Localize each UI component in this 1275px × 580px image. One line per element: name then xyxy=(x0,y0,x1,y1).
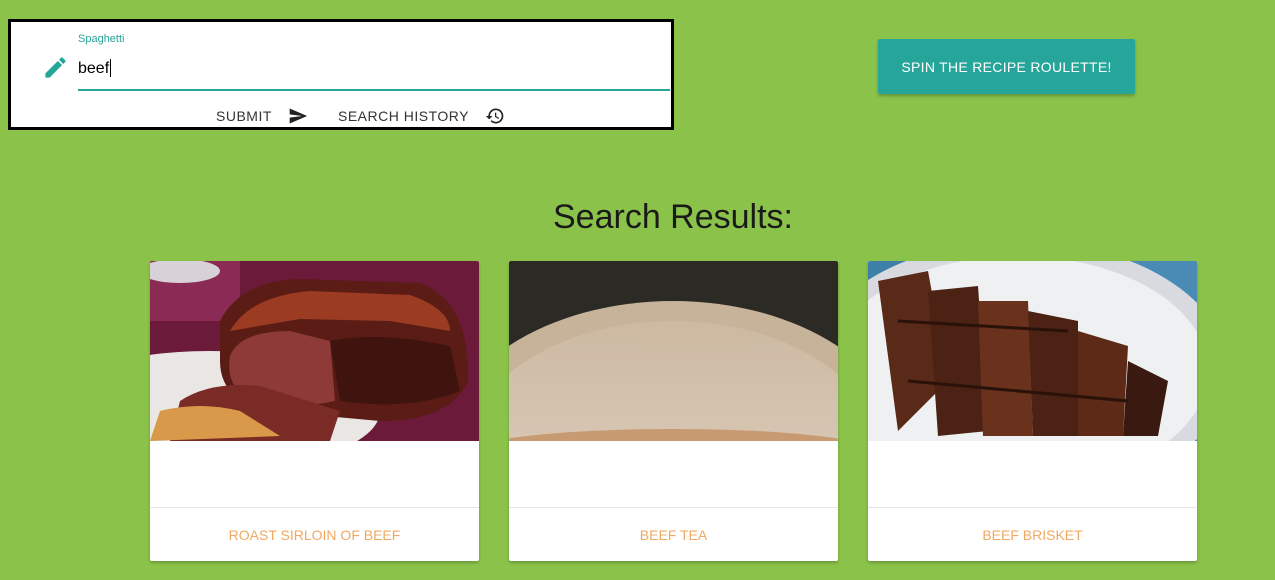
search-history-label: Search History xyxy=(338,108,469,124)
search-results-heading: Search Results: xyxy=(553,198,793,236)
search-field-label: Spaghetti xyxy=(78,33,125,45)
spin-roulette-button[interactable]: Spin the Recipe Roulette! xyxy=(878,39,1135,94)
recipe-link[interactable]: Beef Tea xyxy=(640,527,707,543)
card-action: Beef Brisket xyxy=(868,507,1197,561)
roast-sirloin-image[interactable] xyxy=(150,261,479,441)
card-content xyxy=(150,441,479,507)
card-action: Beef Tea xyxy=(509,507,838,561)
submit-label: Submit xyxy=(216,108,272,124)
recipe-card: Roast Sirloin of Beef xyxy=(150,261,479,561)
search-history-button[interactable]: Search History xyxy=(338,105,505,127)
search-panel: Spaghetti Submit Search History xyxy=(8,19,674,130)
search-input[interactable] xyxy=(78,54,670,91)
text-cursor xyxy=(110,59,111,77)
history-icon xyxy=(485,108,504,124)
recipe-card: Beef Brisket xyxy=(868,261,1197,561)
recipe-link[interactable]: Roast Sirloin of Beef xyxy=(229,527,401,543)
recipe-card: Beef Tea xyxy=(509,261,838,561)
beef-brisket-image[interactable] xyxy=(868,261,1197,441)
card-content xyxy=(868,441,1197,507)
submit-button[interactable]: Submit xyxy=(216,105,308,127)
pencil-icon xyxy=(45,57,66,78)
recipe-link[interactable]: Beef Brisket xyxy=(982,527,1082,543)
beef-tea-image[interactable] xyxy=(509,261,838,441)
send-icon xyxy=(289,108,308,124)
card-action: Roast Sirloin of Beef xyxy=(150,507,479,561)
card-content xyxy=(509,441,838,507)
